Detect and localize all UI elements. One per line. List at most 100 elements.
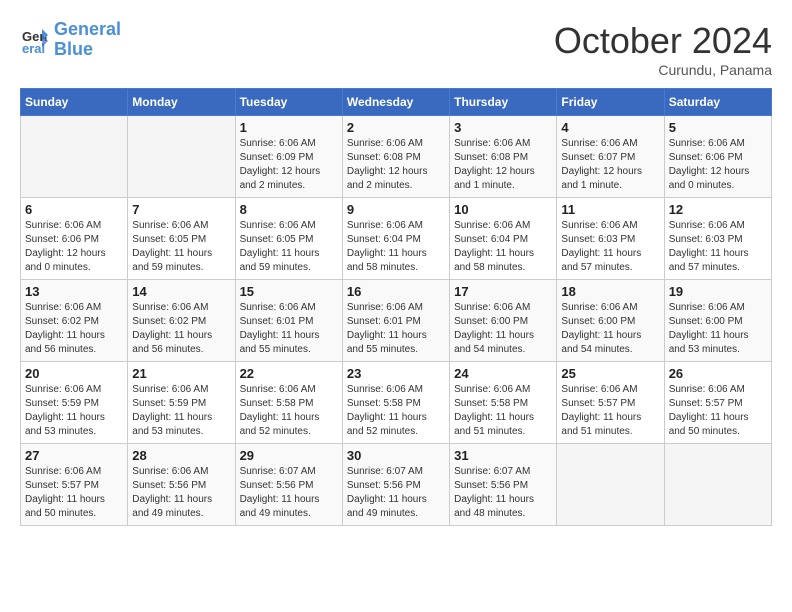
day-info: Sunrise: 6:06 AM Sunset: 6:03 PM Dayligh…: [669, 219, 767, 275]
day-info: Sunrise: 6:07 AM Sunset: 5:56 PM Dayligh…: [240, 465, 338, 521]
day-number: 15: [240, 284, 338, 299]
calendar-day-cell: 19 Sunrise: 6:06 AM Sunset: 6:00 PM Dayli…: [664, 280, 771, 362]
calendar-week-row: 20 Sunrise: 6:06 AM Sunset: 5:59 PM Dayli…: [21, 362, 772, 444]
calendar-day-cell: 17 Sunrise: 6:06 AM Sunset: 6:00 PM Dayli…: [450, 280, 557, 362]
calendar-day-cell: 6 Sunrise: 6:06 AM Sunset: 6:06 PM Daylig…: [21, 198, 128, 280]
calendar-day-cell: 2Sunrise: 6:06 AM Sunset: 6:08 PM Daylig…: [342, 116, 449, 198]
day-info: Sunrise: 6:06 AM Sunset: 6:00 PM Dayligh…: [561, 301, 659, 357]
calendar-day-cell: 13Sunrise: 6:06 AM Sunset: 6:02 PM Dayli…: [21, 280, 128, 362]
day-info: Sunrise: 6:06 AM Sunset: 6:06 PM Dayligh…: [669, 137, 767, 193]
day-info: Sunrise: 6:06 AM Sunset: 5:58 PM Dayligh…: [347, 383, 445, 439]
calendar-day-cell: 16Sunrise: 6:06 AM Sunset: 6:01 PM Dayli…: [342, 280, 449, 362]
calendar-day-cell: 9Sunrise: 6:06 AM Sunset: 6:04 PM Daylig…: [342, 198, 449, 280]
day-number: 14: [132, 284, 230, 299]
day-info: Sunrise: 6:06 AM Sunset: 5:58 PM Dayligh…: [240, 383, 338, 439]
month-title: October 2024: [554, 20, 772, 62]
day-info: Sunrise: 6:06 AM Sunset: 6:08 PM Dayligh…: [454, 137, 552, 193]
calendar-day-cell: 5 Sunrise: 6:06 AM Sunset: 6:06 PM Daylig…: [664, 116, 771, 198]
calendar-day-cell: [664, 444, 771, 526]
weekday-header-cell: Friday: [557, 89, 664, 116]
day-info: Sunrise: 6:06 AM Sunset: 6:05 PM Dayligh…: [132, 219, 230, 275]
day-info: Sunrise: 6:06 AM Sunset: 6:08 PM Dayligh…: [347, 137, 445, 193]
day-number: 6: [25, 202, 123, 217]
day-info: Sunrise: 6:06 AM Sunset: 6:09 PM Dayligh…: [240, 137, 338, 193]
calendar-week-row: 27 Sunrise: 6:06 AM Sunset: 5:57 PM Dayli…: [21, 444, 772, 526]
calendar-day-cell: 8Sunrise: 6:06 AM Sunset: 6:05 PM Daylig…: [235, 198, 342, 280]
logo-text: General Blue: [54, 20, 121, 60]
calendar-day-cell: 10 Sunrise: 6:06 AM Sunset: 6:04 PM Dayli…: [450, 198, 557, 280]
calendar-day-cell: 21 Sunrise: 6:06 AM Sunset: 5:59 PM Dayli…: [128, 362, 235, 444]
day-info: Sunrise: 6:06 AM Sunset: 6:00 PM Dayligh…: [669, 301, 767, 357]
weekday-header-cell: Monday: [128, 89, 235, 116]
day-number: 24: [454, 366, 552, 381]
location-subtitle: Curundu, Panama: [554, 62, 772, 78]
calendar-week-row: 13Sunrise: 6:06 AM Sunset: 6:02 PM Dayli…: [21, 280, 772, 362]
day-number: 16: [347, 284, 445, 299]
day-number: 11: [561, 202, 659, 217]
day-info: Sunrise: 6:07 AM Sunset: 5:56 PM Dayligh…: [454, 465, 552, 521]
calendar-week-row: 1Sunrise: 6:06 AM Sunset: 6:09 PM Daylig…: [21, 116, 772, 198]
day-info: Sunrise: 6:06 AM Sunset: 5:58 PM Dayligh…: [454, 383, 552, 439]
day-info: Sunrise: 6:06 AM Sunset: 6:03 PM Dayligh…: [561, 219, 659, 275]
calendar-day-cell: [128, 116, 235, 198]
day-number: 5: [669, 120, 767, 135]
day-info: Sunrise: 6:06 AM Sunset: 5:56 PM Dayligh…: [132, 465, 230, 521]
day-number: 26: [669, 366, 767, 381]
calendar-day-cell: 29 Sunrise: 6:07 AM Sunset: 5:56 PM Dayli…: [235, 444, 342, 526]
calendar-day-cell: 4 Sunrise: 6:06 AM Sunset: 6:07 PM Daylig…: [557, 116, 664, 198]
calendar-day-cell: 7 Sunrise: 6:06 AM Sunset: 6:05 PM Daylig…: [128, 198, 235, 280]
day-number: 4: [561, 120, 659, 135]
weekday-header-cell: Thursday: [450, 89, 557, 116]
logo: Gen eral General Blue: [20, 20, 121, 60]
day-number: 20: [25, 366, 123, 381]
calendar-body: 1Sunrise: 6:06 AM Sunset: 6:09 PM Daylig…: [21, 116, 772, 526]
calendar-day-cell: 31 Sunrise: 6:07 AM Sunset: 5:56 PM Dayli…: [450, 444, 557, 526]
calendar-day-cell: 20Sunrise: 6:06 AM Sunset: 5:59 PM Dayli…: [21, 362, 128, 444]
day-info: Sunrise: 6:06 AM Sunset: 6:00 PM Dayligh…: [454, 301, 552, 357]
calendar-day-cell: [557, 444, 664, 526]
calendar-day-cell: 23Sunrise: 6:06 AM Sunset: 5:58 PM Dayli…: [342, 362, 449, 444]
weekday-header-cell: Tuesday: [235, 89, 342, 116]
calendar-day-cell: 14Sunrise: 6:06 AM Sunset: 6:02 PM Dayli…: [128, 280, 235, 362]
calendar-day-cell: 26 Sunrise: 6:06 AM Sunset: 5:57 PM Dayli…: [664, 362, 771, 444]
calendar-day-cell: 30 Sunrise: 6:07 AM Sunset: 5:56 PM Dayli…: [342, 444, 449, 526]
day-info: Sunrise: 6:06 AM Sunset: 6:07 PM Dayligh…: [561, 137, 659, 193]
day-number: 22: [240, 366, 338, 381]
day-info: Sunrise: 6:06 AM Sunset: 6:06 PM Dayligh…: [25, 219, 123, 275]
day-info: Sunrise: 6:07 AM Sunset: 5:56 PM Dayligh…: [347, 465, 445, 521]
day-number: 21: [132, 366, 230, 381]
day-info: Sunrise: 6:06 AM Sunset: 5:57 PM Dayligh…: [25, 465, 123, 521]
day-info: Sunrise: 6:06 AM Sunset: 5:59 PM Dayligh…: [132, 383, 230, 439]
weekday-header-row: SundayMondayTuesdayWednesdayThursdayFrid…: [21, 89, 772, 116]
calendar-day-cell: 25Sunrise: 6:06 AM Sunset: 5:57 PM Dayli…: [557, 362, 664, 444]
weekday-header-cell: Wednesday: [342, 89, 449, 116]
day-number: 7: [132, 202, 230, 217]
day-number: 9: [347, 202, 445, 217]
day-number: 30: [347, 448, 445, 463]
day-number: 31: [454, 448, 552, 463]
day-info: Sunrise: 6:06 AM Sunset: 6:04 PM Dayligh…: [454, 219, 552, 275]
weekday-header-cell: Sunday: [21, 89, 128, 116]
day-info: Sunrise: 6:06 AM Sunset: 6:02 PM Dayligh…: [25, 301, 123, 357]
day-info: Sunrise: 6:06 AM Sunset: 5:57 PM Dayligh…: [669, 383, 767, 439]
day-info: Sunrise: 6:06 AM Sunset: 6:01 PM Dayligh…: [240, 301, 338, 357]
day-number: 28: [132, 448, 230, 463]
calendar-day-cell: 18Sunrise: 6:06 AM Sunset: 6:00 PM Dayli…: [557, 280, 664, 362]
day-number: 3: [454, 120, 552, 135]
day-number: 17: [454, 284, 552, 299]
calendar-day-cell: 22 Sunrise: 6:06 AM Sunset: 5:58 PM Dayli…: [235, 362, 342, 444]
title-block: October 2024 Curundu, Panama: [554, 20, 772, 78]
calendar-table: SundayMondayTuesdayWednesdayThursdayFrid…: [20, 88, 772, 526]
day-number: 8: [240, 202, 338, 217]
day-number: 10: [454, 202, 552, 217]
calendar-day-cell: 1Sunrise: 6:06 AM Sunset: 6:09 PM Daylig…: [235, 116, 342, 198]
weekday-header-cell: Saturday: [664, 89, 771, 116]
day-number: 19: [669, 284, 767, 299]
day-number: 29: [240, 448, 338, 463]
calendar-day-cell: 12 Sunrise: 6:06 AM Sunset: 6:03 PM Dayli…: [664, 198, 771, 280]
day-number: 27: [25, 448, 123, 463]
logo-line2: Blue: [54, 39, 93, 59]
logo-line1: General: [54, 19, 121, 39]
day-number: 25: [561, 366, 659, 381]
day-number: 12: [669, 202, 767, 217]
